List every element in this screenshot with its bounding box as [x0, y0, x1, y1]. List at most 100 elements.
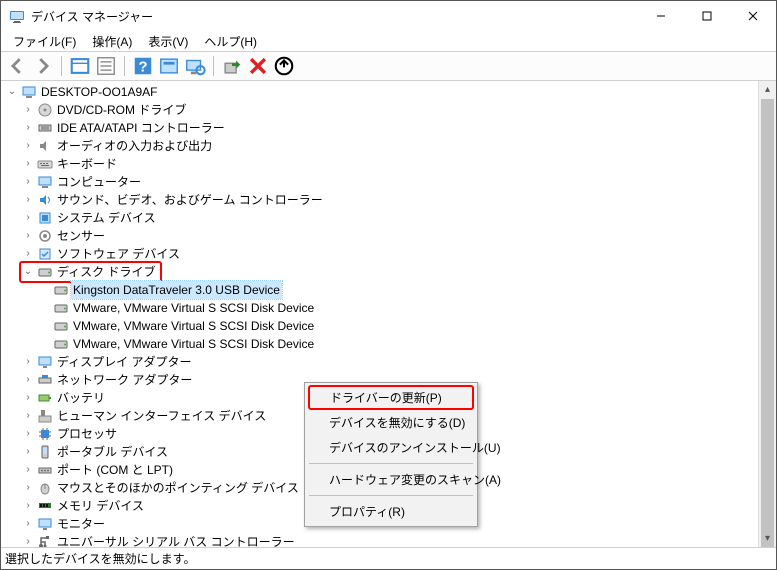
- expander-icon[interactable]: ›: [21, 499, 35, 513]
- expander-icon[interactable]: ›: [21, 445, 35, 459]
- tree-category[interactable]: › オーディオの入力および出力: [5, 137, 758, 155]
- ctx-scan-hardware[interactable]: ハードウェア変更のスキャン(A): [307, 467, 475, 492]
- tree-device-disk[interactable]: VMware, VMware Virtual S SCSI Disk Devic…: [5, 335, 758, 353]
- uninstall-device-button[interactable]: [272, 54, 296, 78]
- expander-icon[interactable]: ›: [21, 517, 35, 531]
- minimize-button[interactable]: [638, 1, 684, 31]
- scroll-thumb[interactable]: [761, 99, 774, 547]
- toolbar-separator: [124, 56, 125, 76]
- port-icon: [37, 462, 53, 478]
- disk-drive-icon: [53, 318, 69, 334]
- usb-icon: [37, 534, 53, 547]
- portable-icon: [37, 444, 53, 460]
- computer-icon: [37, 174, 53, 190]
- category-label: キーボード: [55, 155, 119, 173]
- tree-category[interactable]: ›サウンド、ビデオ、およびゲーム コントローラー: [5, 191, 758, 209]
- ctx-uninstall-device[interactable]: デバイスのアンインストール(U): [307, 435, 475, 460]
- update-driver-button[interactable]: [220, 54, 244, 78]
- expander-icon[interactable]: ⌄: [5, 85, 19, 99]
- category-label: マウスとそのほかのポインティング デバイス: [55, 479, 301, 497]
- action-button[interactable]: [157, 54, 181, 78]
- expander-icon[interactable]: ⌄: [21, 265, 35, 279]
- sensor-icon: [37, 228, 53, 244]
- category-label: システム デバイス: [55, 209, 158, 227]
- tree-category[interactable]: › ユニバーサル シリアル バス コントローラー: [5, 533, 758, 547]
- scroll-down-arrow[interactable]: ▾: [759, 530, 776, 547]
- memory-icon: [37, 498, 53, 514]
- menu-file[interactable]: ファイル(F): [5, 31, 84, 52]
- expander-icon[interactable]: ›: [21, 139, 35, 153]
- tree-category[interactable]: › ディスプレイ アダプター: [5, 353, 758, 371]
- expander-icon[interactable]: ›: [21, 463, 35, 477]
- audio-icon: [37, 138, 53, 154]
- vertical-scrollbar[interactable]: ▴ ▾: [758, 81, 776, 547]
- close-button[interactable]: [730, 1, 776, 31]
- tree-category-disk[interactable]: ⌄ ディスク ドライブ: [5, 263, 758, 281]
- battery-icon: [37, 390, 53, 406]
- tree-category[interactable]: ›センサー: [5, 227, 758, 245]
- menu-view[interactable]: 表示(V): [140, 31, 196, 52]
- show-hidden-button[interactable]: [68, 54, 92, 78]
- mouse-icon: [37, 480, 53, 496]
- expander-icon[interactable]: ›: [21, 355, 35, 369]
- tree-root[interactable]: ⌄ DESKTOP-OO1A9AF: [5, 83, 758, 101]
- menu-help[interactable]: ヘルプ(H): [196, 31, 265, 52]
- back-button[interactable]: [5, 54, 29, 78]
- tree-area: ⌄ DESKTOP-OO1A9AF ›DVD/CD-ROM ドライブ›IDE A…: [1, 81, 776, 547]
- device-label: VMware, VMware Virtual S SCSI Disk Devic…: [71, 335, 316, 353]
- device-label: Kingston DataTraveler 3.0 USB Device: [71, 281, 282, 299]
- expander-icon[interactable]: ›: [21, 427, 35, 441]
- tree-category[interactable]: › IDE ATA/ATAPI コントローラー: [5, 119, 758, 137]
- network-icon: [37, 372, 53, 388]
- expander-icon[interactable]: ›: [21, 409, 35, 423]
- category-label: ユニバーサル シリアル バス コントローラー: [55, 533, 297, 547]
- category-label: ディスプレイ アダプター: [55, 353, 194, 371]
- tree-device-disk[interactable]: VMware, VMware Virtual S SCSI Disk Devic…: [5, 317, 758, 335]
- expander-icon[interactable]: ›: [21, 193, 35, 207]
- category-label: ディスク ドライブ: [55, 263, 158, 281]
- status-text: 選択したデバイスを無効にします。: [5, 550, 195, 567]
- category-label: IDE ATA/ATAPI コントローラー: [55, 119, 227, 137]
- sound-icon: [37, 192, 53, 208]
- properties-button[interactable]: [94, 54, 118, 78]
- expander-icon[interactable]: ›: [21, 391, 35, 405]
- tree-category[interactable]: ›DVD/CD-ROM ドライブ: [5, 101, 758, 119]
- tree-category[interactable]: ›コンピューター: [5, 173, 758, 191]
- hid-icon: [37, 408, 53, 424]
- toolbar-separator: [213, 56, 214, 76]
- scroll-up-arrow[interactable]: ▴: [759, 81, 776, 98]
- disk-drive-icon: [53, 336, 69, 352]
- expander-icon[interactable]: ›: [21, 247, 35, 261]
- cpu-icon: [37, 426, 53, 442]
- expander-icon[interactable]: ›: [21, 211, 35, 225]
- tree-device-disk[interactable]: Kingston DataTraveler 3.0 USB Device: [5, 281, 758, 299]
- category-label: オーディオの入力および出力: [55, 137, 214, 155]
- tree-category[interactable]: › キーボード: [5, 155, 758, 173]
- expander-icon[interactable]: ›: [21, 535, 35, 547]
- forward-button[interactable]: [31, 54, 55, 78]
- expander-icon[interactable]: ›: [21, 373, 35, 387]
- ctx-disable-device[interactable]: デバイスを無効にする(D): [307, 410, 475, 435]
- tree-device-disk[interactable]: VMware, VMware Virtual S SCSI Disk Devic…: [5, 299, 758, 317]
- menu-action[interactable]: 操作(A): [84, 31, 140, 52]
- app-icon: [9, 8, 25, 24]
- expander-icon[interactable]: ›: [21, 103, 35, 117]
- maximize-button[interactable]: [684, 1, 730, 31]
- help-button[interactable]: ?: [131, 54, 155, 78]
- scan-hardware-button[interactable]: [183, 54, 207, 78]
- disable-device-button[interactable]: [246, 54, 270, 78]
- device-label: VMware, VMware Virtual S SCSI Disk Devic…: [71, 299, 316, 317]
- keyboard-icon: [37, 156, 53, 172]
- expander-icon[interactable]: ›: [21, 157, 35, 171]
- ctx-update-driver[interactable]: ドライバーの更新(P): [308, 385, 474, 410]
- category-label: メモリ デバイス: [55, 497, 146, 515]
- expander-icon[interactable]: ›: [21, 229, 35, 243]
- tree-category[interactable]: › システム デバイス: [5, 209, 758, 227]
- expander-icon[interactable]: ›: [21, 481, 35, 495]
- ctx-properties[interactable]: プロパティ(R): [307, 499, 475, 524]
- expander-icon[interactable]: ›: [21, 121, 35, 135]
- ctx-separator: [309, 463, 473, 464]
- expander-icon[interactable]: ›: [21, 175, 35, 189]
- category-label: プロセッサ: [55, 425, 119, 443]
- root-label: DESKTOP-OO1A9AF: [39, 83, 159, 101]
